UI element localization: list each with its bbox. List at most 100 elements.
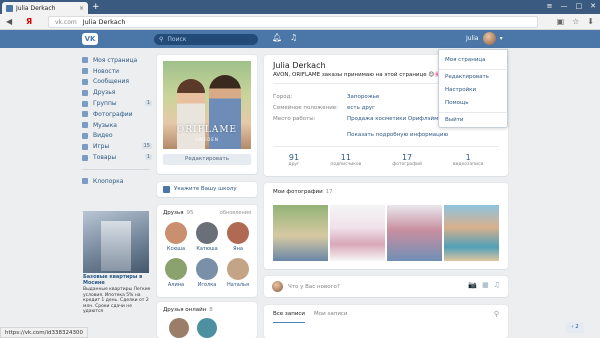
- vk-logo[interactable]: VK: [82, 33, 98, 45]
- tab-my-posts[interactable]: Мои записи: [314, 311, 348, 317]
- sidebar-item-goods[interactable]: Товары 1: [82, 152, 152, 163]
- show-more-info-link[interactable]: Показать подробную информацию: [347, 132, 448, 138]
- photo-thumbnail[interactable]: [387, 205, 442, 261]
- sidebar-item-messages[interactable]: Сообщения: [82, 77, 152, 88]
- sidebar-item-photos[interactable]: Фотографии: [82, 109, 152, 120]
- friend-item[interactable]: Наталья: [225, 258, 251, 288]
- dropdown-my-page[interactable]: Моя страница: [445, 57, 486, 63]
- sidebar-item-home[interactable]: Моя страница: [82, 55, 152, 66]
- vk-favicon-icon: [6, 4, 13, 12]
- camera-icon[interactable]: 📷: [468, 281, 477, 289]
- profile-counter[interactable]: 1 видеозаписи: [453, 153, 484, 167]
- sidebar-item-news[interactable]: Новости: [82, 66, 152, 77]
- edit-profile-button[interactable]: Редактировать: [163, 154, 251, 165]
- new-post-input[interactable]: [288, 282, 438, 292]
- info-key: Место работы:: [273, 116, 316, 122]
- sidebar-item-music[interactable]: Музыка: [82, 120, 152, 131]
- friend-item[interactable]: Иголка: [194, 258, 220, 288]
- maximize-icon[interactable]: □: [576, 2, 583, 10]
- profile-counter[interactable]: 11 подписчиков: [330, 153, 361, 167]
- dropdown-settings[interactable]: Настройки: [445, 87, 476, 93]
- tab-close-icon[interactable]: ×: [79, 5, 84, 12]
- sidebar-item-label: Сообщения: [93, 78, 130, 86]
- friend-name: Алина: [167, 282, 185, 288]
- photos-header[interactable]: Мои фотографии 17: [273, 189, 333, 195]
- profile-counter[interactable]: 91 друг: [288, 153, 299, 167]
- avatar: [482, 32, 496, 45]
- profile-menu-button[interactable]: Julia ▾: [466, 32, 503, 45]
- scroll-pager-button[interactable]: ‹ 2: [566, 322, 584, 333]
- new-tab-button[interactable]: +: [92, 2, 100, 12]
- music-note-icon[interactable]: ♫: [494, 281, 500, 289]
- friend-avatar: [165, 222, 187, 244]
- friend-item[interactable]: Катюша: [194, 222, 220, 252]
- sidebar-item-friends[interactable]: Друзья: [82, 87, 152, 98]
- divider: [273, 146, 499, 147]
- info-value[interactable]: есть друг: [347, 105, 375, 111]
- friend-avatar: [165, 258, 187, 280]
- profile-name: Julia Derkach: [273, 61, 326, 70]
- sidebar-item-count: 1: [144, 99, 152, 106]
- tabs-icon[interactable]: ▣: [557, 17, 565, 26]
- online-friend-avatar[interactable]: [169, 318, 189, 338]
- friends-updates-link[interactable]: обновления: [220, 210, 251, 216]
- school-prompt[interactable]: Укажите Вашу школу: [157, 182, 257, 197]
- dropdown-logout[interactable]: Выйти: [445, 117, 463, 123]
- profile-counter[interactable]: 17 фотографий: [392, 153, 422, 167]
- friend-item[interactable]: Алина: [163, 258, 189, 288]
- search-box[interactable]: ⚲: [154, 33, 258, 45]
- sidebar-item-groups[interactable]: Группы 1: [82, 98, 152, 109]
- back-icon[interactable]: ◀: [6, 17, 12, 26]
- browser-tab-bar: Julia Derkach × + ≡ — □ ✕: [0, 0, 600, 14]
- sidebar-item-label: Группы: [93, 100, 117, 108]
- photo-thumbnail[interactable]: [273, 205, 328, 261]
- search-input[interactable]: [167, 35, 248, 43]
- sidebar-item-count: 15: [141, 142, 152, 149]
- close-window-icon[interactable]: ✕: [590, 2, 596, 10]
- counter-label: друг: [288, 162, 300, 167]
- music-icon[interactable]: ♫: [290, 33, 297, 42]
- notifications-icon[interactable]: 🔔︎: [272, 33, 282, 42]
- sidebar-item-video[interactable]: Видео: [82, 131, 152, 142]
- info-key: Семейное положение:: [273, 105, 339, 111]
- yandex-logo[interactable]: Я: [26, 17, 32, 26]
- minimize-icon[interactable]: —: [561, 2, 568, 10]
- friend-item[interactable]: Яна: [225, 222, 251, 252]
- sidebar-item-label: Видео: [93, 132, 113, 140]
- friend-avatar: [196, 258, 218, 280]
- info-value[interactable]: Запорожье: [347, 94, 379, 100]
- friend-name: Ксюша: [166, 246, 186, 252]
- photo-brand-subtext: SWEDEN: [195, 137, 219, 142]
- tab-all-posts[interactable]: Все записи: [273, 311, 305, 323]
- friend-item[interactable]: Ксюша: [163, 222, 189, 252]
- download-icon[interactable]: ⬇: [587, 17, 594, 26]
- url-field[interactable]: vk.com Julia Derkach: [48, 16, 538, 28]
- friends-online-header[interactable]: Друзья онлайн 8: [163, 307, 213, 313]
- friends-title: Друзья: [163, 210, 184, 216]
- dropdown-edit[interactable]: Редактировать: [445, 74, 489, 80]
- friends-header[interactable]: Друзья 95: [163, 210, 194, 216]
- app-icon: [82, 178, 88, 185]
- dropdown-help[interactable]: Помощь: [445, 100, 468, 106]
- left-menu: Моя страница Новости Сообщения Друзья Группы…: [82, 55, 152, 187]
- online-friend-avatar[interactable]: [197, 318, 217, 338]
- sidebar-item-label: Игры: [93, 143, 110, 151]
- menu-icon[interactable]: ≡: [547, 2, 553, 10]
- profile-photo[interactable]: ORIFLAME SWEDEN: [163, 61, 251, 149]
- counter-value: 17: [401, 153, 413, 162]
- profile-status[interactable]: AVON, ORIFLAME заказы принимаю на этой с…: [273, 72, 441, 78]
- sidebar-item-games[interactable]: Игры 15: [82, 141, 152, 152]
- photo-thumbnail[interactable]: [330, 205, 385, 261]
- sidebar-item-app[interactable]: Клопорка: [82, 176, 152, 187]
- sidebar-item-label: Моя страница: [93, 56, 138, 64]
- browser-tab[interactable]: Julia Derkach ×: [2, 2, 88, 14]
- bookmark-icon[interactable]: ☆: [572, 17, 579, 26]
- wall-search-icon[interactable]: ⚲: [494, 310, 499, 318]
- photo-thumbnail[interactable]: [444, 205, 499, 261]
- counter-value: 1: [465, 153, 471, 162]
- info-row-work: Место работы: Продажа косметики Орифлэйм…: [273, 116, 457, 122]
- video-icon[interactable]: ▦: [482, 281, 489, 289]
- divider: [82, 168, 150, 170]
- ad-image[interactable]: [83, 211, 149, 273]
- ad-title[interactable]: Базовые квартиры в Мосине: [83, 274, 151, 286]
